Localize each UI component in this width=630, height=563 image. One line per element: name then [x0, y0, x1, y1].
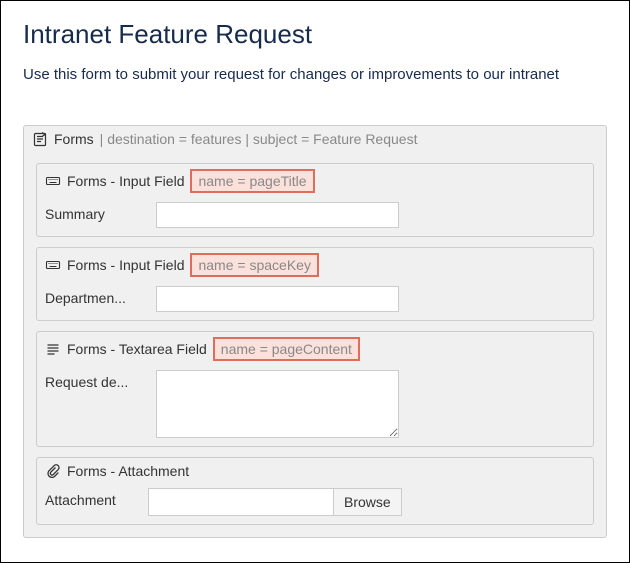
field-header-attachment: Forms - Attachment — [37, 458, 593, 484]
field-block-attachment: Forms - Attachment Attachment Browse — [36, 457, 594, 525]
summary-field-row: Summary — [37, 198, 593, 236]
department-input[interactable] — [156, 286, 399, 312]
forms-macro-label: Forms — [54, 131, 94, 147]
field-block-request: Forms - Textarea Field name = pageConten… — [36, 331, 594, 447]
forms-macro-params: | destination = features | subject = Fea… — [100, 131, 418, 147]
field-header-summary: Forms - Input Field name = pageTitle — [37, 164, 593, 198]
request-macro-label: Forms - Textarea Field — [67, 341, 207, 357]
field-block-department: Forms - Input Field name = spaceKey Depa… — [36, 247, 594, 321]
page-subtitle: Use this form to submit your request for… — [23, 64, 607, 87]
request-field-row: Request de... — [37, 366, 593, 446]
page-title: Intranet Feature Request — [23, 19, 607, 50]
paperclip-icon — [45, 463, 61, 479]
department-field-row: Departmen... — [37, 282, 593, 320]
page-container: Intranet Feature Request Use this form t… — [0, 0, 630, 563]
request-param-chip: name = pageContent — [213, 337, 360, 361]
request-textarea[interactable] — [156, 370, 399, 438]
keyboard-icon — [45, 257, 61, 273]
summary-param-chip: name = pageTitle — [190, 169, 314, 193]
summary-macro-label: Forms - Input Field — [67, 173, 184, 189]
textarea-icon — [45, 341, 61, 357]
attachment-field-row: Attachment Browse — [37, 484, 593, 524]
department-macro-label: Forms - Input Field — [67, 257, 184, 273]
keyboard-icon — [45, 173, 61, 189]
department-label: Departmen... — [45, 286, 148, 306]
form-icon — [32, 131, 48, 147]
forms-macro-container: Forms | destination = features | subject… — [23, 125, 607, 539]
forms-macro-body: Forms - Input Field name = pageTitle Sum… — [24, 153, 606, 538]
attachment-input[interactable] — [148, 488, 333, 516]
attachment-macro-label: Forms - Attachment — [67, 463, 189, 479]
field-header-request: Forms - Textarea Field name = pageConten… — [37, 332, 593, 366]
field-block-summary: Forms - Input Field name = pageTitle Sum… — [36, 163, 594, 237]
forms-macro-header: Forms | destination = features | subject… — [24, 126, 606, 153]
summary-label: Summary — [45, 202, 148, 222]
summary-input[interactable] — [156, 202, 399, 228]
request-label: Request de... — [45, 370, 148, 390]
browse-button[interactable]: Browse — [333, 488, 402, 516]
field-header-department: Forms - Input Field name = spaceKey — [37, 248, 593, 282]
attachment-label: Attachment — [45, 488, 148, 508]
department-param-chip: name = spaceKey — [190, 253, 318, 277]
